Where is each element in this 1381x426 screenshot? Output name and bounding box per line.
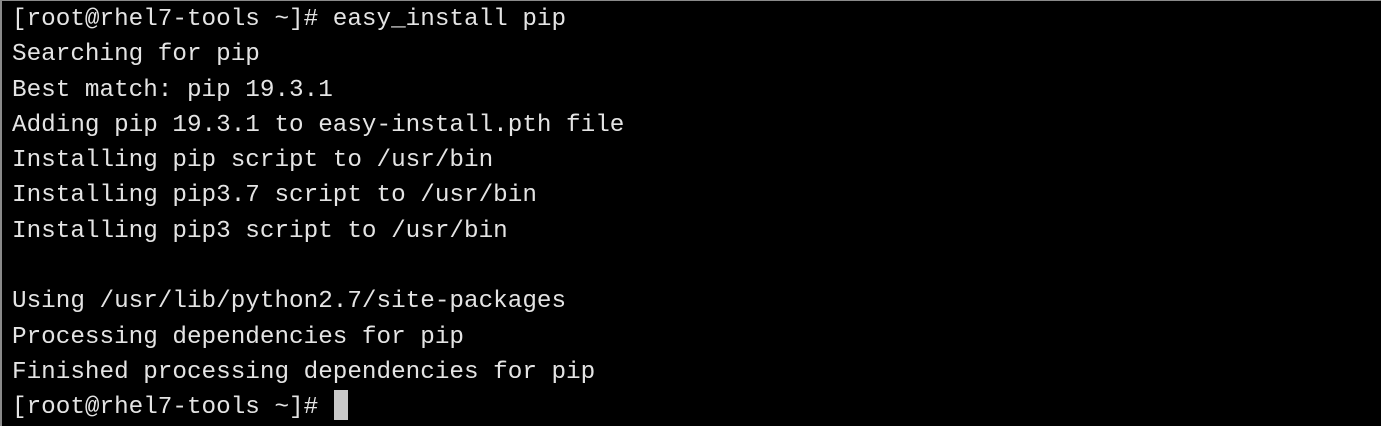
terminal-line: Installing pip script to /usr/bin (12, 147, 494, 175)
terminal-line: Installing pip3 script to /usr/bin (12, 217, 508, 245)
terminal-line: Adding pip 19.3.1 to easy-install.pth fi… (12, 111, 625, 139)
terminal-line: Processing dependencies for pip (12, 323, 464, 351)
terminal-line: Finished processing dependencies for pip (12, 358, 596, 386)
terminal-line: Best match: pip 19.3.1 (12, 76, 333, 104)
terminal-line: [root@rhel7-tools ~]# easy_install pip (12, 6, 567, 33)
terminal-line: Installing pip3.7 script to /usr/bin (12, 182, 537, 210)
text-cursor (333, 390, 348, 421)
prompt-line[interactable]: [root@rhel7-tools ~]# (12, 390, 1381, 425)
shell-prompt: [root@rhel7-tools ~]# (12, 394, 333, 422)
terminal-window[interactable]: [root@rhel7-tools ~]# easy_install pip S… (0, 0, 1381, 426)
terminal-line: Searching for pip (12, 41, 260, 69)
terminal-line: Using /usr/lib/python2.7/site-packages (12, 288, 567, 316)
